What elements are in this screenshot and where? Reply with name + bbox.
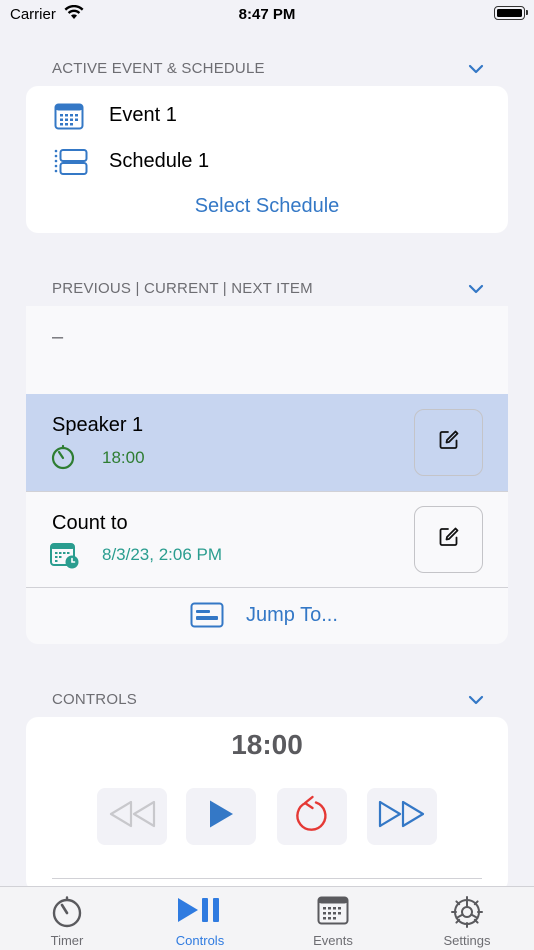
- schedule-row[interactable]: Schedule 1: [26, 144, 508, 188]
- controls-section-header: CONTROLS: [52, 691, 137, 708]
- jump-to-label: Jump To...: [246, 604, 338, 626]
- active-section-header: ACTIVE EVENT & SCHEDULE: [52, 60, 265, 77]
- chevron-down-icon[interactable]: [468, 62, 484, 80]
- current-item-title: Speaker 1: [52, 414, 144, 436]
- status-time: 8:47 PM: [238, 6, 296, 23]
- play-button[interactable]: [186, 788, 256, 845]
- edit-current-item-button[interactable]: [414, 409, 483, 476]
- edit-icon: [438, 526, 460, 553]
- next-item-datetime: 8/3/23, 2:06 PM: [102, 545, 223, 564]
- schedule-list-icon: [54, 148, 88, 181]
- tab-controls-label: Controls: [175, 933, 225, 948]
- edit-icon: [438, 429, 460, 456]
- next-item-title: Count to: [52, 512, 128, 534]
- current-item-row[interactable]: Speaker 1 18:00: [26, 394, 508, 491]
- battery-icon: [494, 6, 528, 20]
- stopwatch-icon: [50, 444, 76, 475]
- reset-button[interactable]: [277, 788, 347, 845]
- previous-button[interactable]: [97, 788, 167, 845]
- controls-card: 18:00: [26, 717, 508, 892]
- tab-timer[interactable]: Timer: [12, 887, 122, 950]
- stopwatch-icon: [12, 895, 122, 929]
- calendar-icon: [54, 102, 84, 135]
- previous-item-placeholder: –: [52, 326, 64, 348]
- active-schedule-label: Schedule 1: [109, 150, 210, 172]
- items-card: – Speaker 1 18:00 Count to 8/3/23, 2:06 …: [26, 306, 508, 644]
- calendar-icon: [278, 895, 388, 925]
- reset-icon: [292, 794, 332, 839]
- gear-icon: [412, 895, 522, 929]
- status-bar: Carrier 8:47 PM: [0, 0, 534, 36]
- fast-forward-icon: [376, 799, 428, 834]
- tab-events-label: Events: [313, 933, 353, 948]
- tab-events[interactable]: Events: [278, 887, 388, 950]
- jump-to-icon: [190, 602, 224, 633]
- divider: [52, 878, 482, 879]
- calendar-clock-icon: [50, 542, 80, 575]
- previous-item-row: –: [26, 306, 508, 394]
- chevron-down-icon[interactable]: [468, 693, 484, 711]
- play-icon: [207, 799, 235, 834]
- tab-bar: Timer Controls Events Settings: [0, 886, 534, 950]
- jump-to-button[interactable]: Jump To...: [26, 588, 508, 644]
- items-section-header: PREVIOUS | CURRENT | NEXT ITEM: [52, 280, 313, 297]
- tab-settings-label: Settings: [443, 933, 491, 948]
- active-event-label: Event 1: [109, 104, 177, 126]
- next-button[interactable]: [367, 788, 437, 845]
- play-pause-icon: [145, 895, 255, 925]
- tab-controls[interactable]: Controls: [145, 887, 255, 950]
- timer-display: 18:00: [231, 729, 303, 760]
- edit-next-item-button[interactable]: [414, 506, 483, 573]
- rewind-icon: [106, 799, 158, 834]
- chevron-down-icon[interactable]: [468, 282, 484, 300]
- event-row[interactable]: Event 1: [26, 86, 508, 144]
- tab-settings[interactable]: Settings: [412, 887, 522, 950]
- tab-timer-label: Timer: [50, 933, 84, 948]
- next-item-row[interactable]: Count to 8/3/23, 2:06 PM: [26, 492, 508, 587]
- current-item-duration: 18:00: [102, 448, 145, 467]
- select-schedule-button[interactable]: Select Schedule: [26, 195, 508, 218]
- active-event-card: Event 1 Schedule 1 Select Schedule: [26, 86, 508, 233]
